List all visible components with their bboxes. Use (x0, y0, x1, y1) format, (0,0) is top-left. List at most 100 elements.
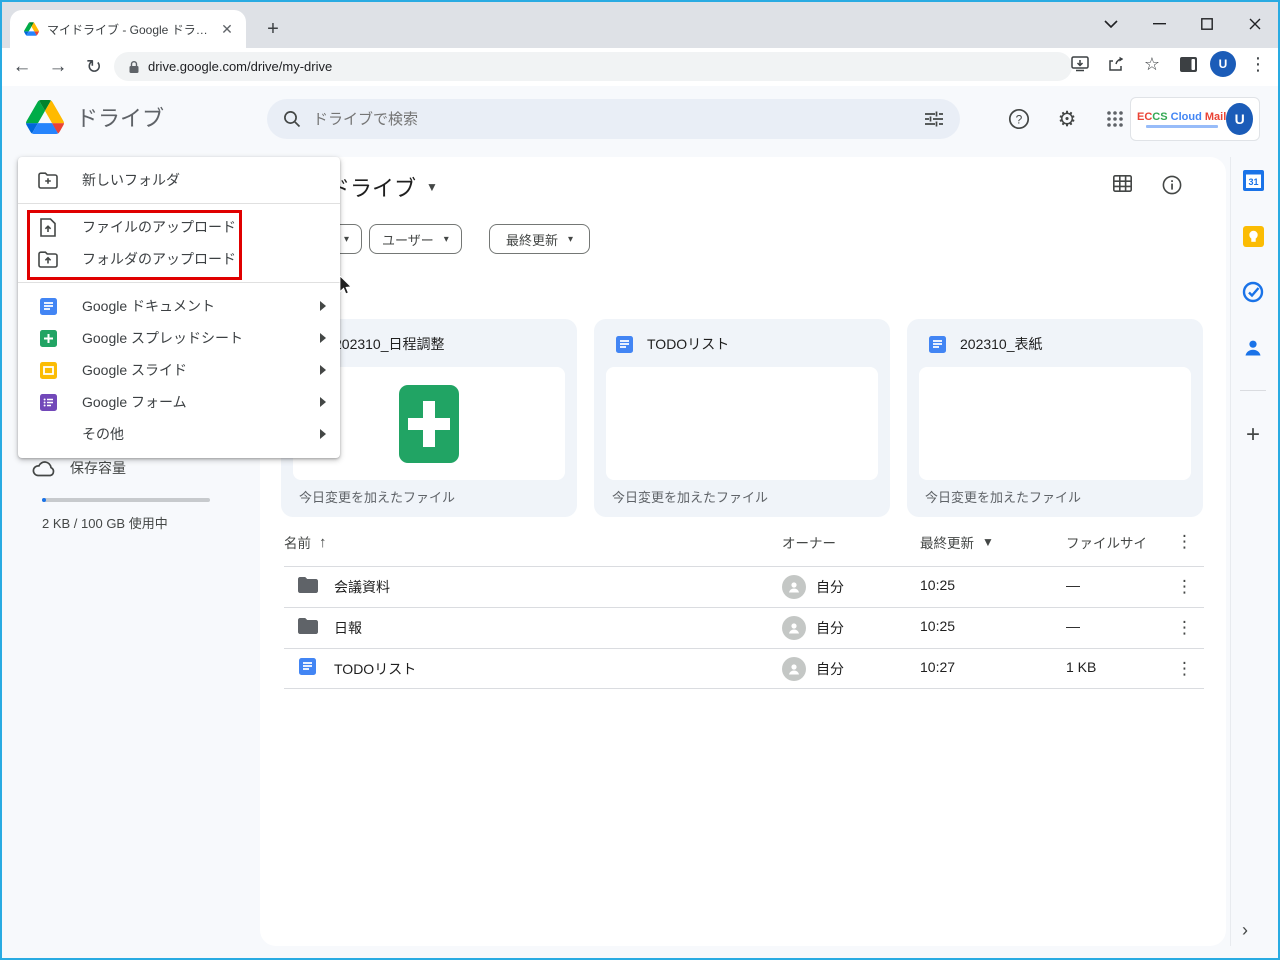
forward-icon[interactable]: → (42, 52, 74, 82)
suggested-card[interactable]: 202310_表紙 今日変更を加えたファイル (907, 319, 1203, 517)
menu-item-google-forms[interactable]: Google フォーム (18, 386, 340, 418)
page-title-caret-icon: ▼ (426, 180, 438, 194)
storage-progressbar (42, 498, 210, 502)
sheets-icon (38, 328, 58, 348)
tune-filter-icon[interactable] (924, 110, 944, 128)
lock-icon (128, 60, 140, 74)
side-panel-icon[interactable] (1174, 50, 1202, 78)
menu-item-google-docs[interactable]: Google ドキュメント (18, 290, 340, 322)
new-folder-icon (38, 170, 58, 190)
browser-tab[interactable]: マイドライブ - Google ドライブ ✕ (10, 10, 246, 48)
reload-icon[interactable]: ↻ (78, 52, 110, 82)
svg-text:?: ? (1016, 113, 1023, 127)
submenu-arrow-icon (320, 429, 326, 439)
menu-item-google-slides[interactable]: Google スライド (18, 354, 340, 386)
drive-logo-icon[interactable] (26, 100, 64, 134)
main-content: マイドライブ ▼ ▾ ユーザー ▾ 最終更新 ▾ 202310_日程調整 今日変… (260, 157, 1226, 946)
help-icon[interactable]: ? (1006, 106, 1032, 132)
back-icon[interactable]: ← (6, 52, 38, 82)
bookmark-star-icon[interactable]: ☆ (1138, 50, 1166, 78)
minimize-icon[interactable] (1142, 9, 1176, 39)
owner-name: 自分 (816, 620, 844, 636)
owner-avatar (782, 657, 806, 681)
file-size: — (1066, 618, 1080, 634)
owner-avatar (782, 575, 806, 599)
drive-favicon-icon (24, 22, 39, 36)
file-row[interactable]: 日報 自分 10:25 — ⋮ (260, 608, 1226, 648)
chip-caret-icon: ▾ (443, 233, 449, 245)
chip-user[interactable]: ユーザー ▾ (369, 224, 462, 254)
address-bar[interactable]: drive.google.com/drive/my-drive (114, 52, 1072, 81)
search-input[interactable] (313, 110, 924, 128)
storage-label[interactable]: 保存容量 (70, 458, 126, 478)
suggested-card[interactable]: TODOリスト 今日変更を加えたファイル (594, 319, 890, 517)
submenu-arrow-icon (320, 397, 326, 407)
column-owner[interactable]: オーナー (782, 532, 836, 552)
apps-grid-icon[interactable] (1102, 106, 1128, 132)
file-name[interactable]: 日報 (334, 618, 362, 638)
file-name[interactable]: TODOリスト (334, 659, 416, 679)
submenu-arrow-icon (320, 365, 326, 375)
share-icon[interactable] (1102, 50, 1130, 78)
docs-icon (616, 335, 633, 353)
suggested-card-caption: 今日変更を加えたファイル (299, 490, 456, 505)
add-addon-button[interactable]: + (1240, 421, 1266, 448)
forms-icon (38, 392, 58, 412)
file-size: — (1066, 577, 1080, 593)
calendar-icon[interactable]: 31 (1242, 169, 1264, 191)
browser-toolbar: ← → ↻ drive.google.com/drive/my-drive ☆ … (2, 48, 1278, 86)
column-size[interactable]: ファイルサイ (1066, 532, 1147, 552)
search-bar[interactable] (267, 99, 960, 139)
menu-item-more[interactable]: その他 (18, 418, 340, 450)
browser-profile-avatar[interactable]: U (1210, 51, 1236, 77)
docs-icon (929, 335, 946, 353)
slides-icon (38, 360, 58, 380)
maximize-icon[interactable] (1190, 9, 1224, 39)
svg-text:31: 31 (1248, 177, 1258, 187)
tab-close-icon[interactable]: ✕ (218, 20, 236, 38)
file-row[interactable]: 会議資料 自分 10:25 — ⋮ (260, 567, 1226, 607)
menu-item-google-sheets[interactable]: Google スプレッドシート (18, 322, 340, 354)
browser-menu-kebab-icon[interactable]: ⋮ (1244, 50, 1272, 78)
chip-caret-icon: ▾ (343, 233, 349, 245)
chip-caret-icon: ▾ (568, 233, 574, 245)
drive-header: ドライブ ? ⚙ ECCS Cloud Mail (2, 86, 1278, 152)
file-name[interactable]: 会議資料 (334, 577, 390, 597)
column-modified[interactable]: 最終更新 ▼ (920, 532, 994, 552)
info-icon[interactable] (1162, 175, 1182, 195)
file-row[interactable]: TODOリスト 自分 10:27 1 KB ⋮ (260, 649, 1226, 689)
account-badge-label: ECCS Cloud Mail (1137, 111, 1226, 128)
column-name[interactable]: 名前 ↑ (284, 532, 327, 552)
grid-view-icon[interactable] (1113, 175, 1132, 195)
tab-search-icon[interactable] (1094, 9, 1128, 39)
install-app-icon[interactable] (1066, 50, 1094, 78)
suggested-card-thumbnail[interactable] (606, 367, 878, 480)
new-tab-button[interactable]: + (260, 16, 286, 42)
tab-strip: マイドライブ - Google ドライブ ✕ + (2, 2, 1278, 48)
modified-time: 10:25 (920, 577, 956, 593)
suggested-card-caption: 今日変更を加えたファイル (925, 490, 1082, 505)
account-avatar[interactable]: U (1226, 103, 1253, 135)
contacts-icon[interactable] (1242, 337, 1264, 359)
owner-name: 自分 (816, 661, 844, 677)
close-window-icon[interactable] (1238, 9, 1272, 39)
keep-icon[interactable] (1242, 225, 1264, 247)
suggested-card-thumbnail[interactable] (919, 367, 1191, 480)
chip-modified[interactable]: 最終更新 ▾ (489, 224, 591, 254)
account-badge[interactable]: ECCS Cloud Mail U (1130, 97, 1260, 141)
tasks-icon[interactable] (1242, 281, 1264, 303)
suggested-card-title: 202310_表紙 (960, 336, 1043, 352)
expand-side-panel-icon[interactable]: › (1242, 920, 1248, 941)
settings-gear-icon[interactable]: ⚙ (1054, 106, 1080, 132)
annotation-highlight-box (27, 210, 242, 280)
suggested-card-title: TODOリスト (647, 336, 730, 352)
row-kebab-icon[interactable]: ⋮ (1176, 577, 1193, 597)
sheets-logo-icon (399, 384, 459, 463)
search-icon[interactable] (283, 110, 301, 128)
row-kebab-icon[interactable]: ⋮ (1176, 659, 1193, 679)
row-kebab-icon[interactable]: ⋮ (1176, 618, 1193, 638)
suggested-card-title: 202310_日程調整 (334, 336, 445, 352)
menu-item-new-folder[interactable]: 新しいフォルダ (18, 164, 340, 196)
table-options-kebab-icon[interactable]: ⋮ (1176, 532, 1193, 552)
sort-ascending-icon: ↑ (319, 533, 327, 551)
